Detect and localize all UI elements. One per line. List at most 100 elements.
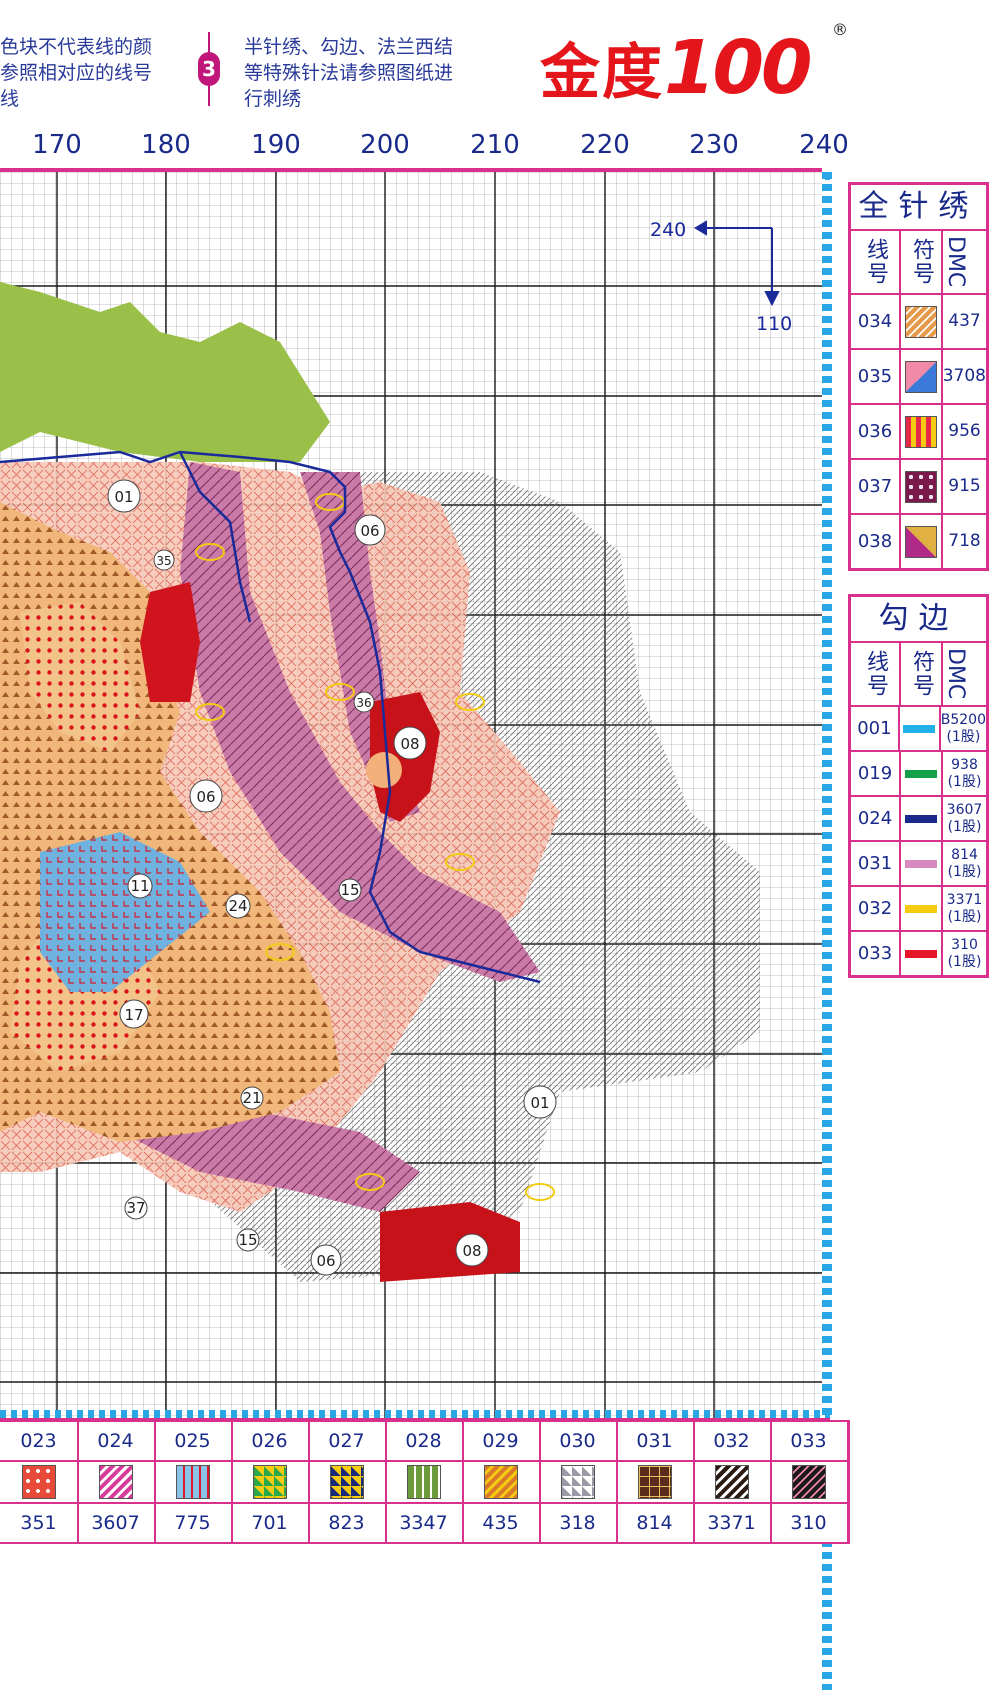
strand-count: (1股) — [947, 908, 982, 925]
dmc-number: 310 — [790, 1512, 827, 1534]
dmc-number: 823 — [328, 1512, 365, 1534]
thread-code: 034 — [851, 295, 901, 348]
instruction-line: 等特殊针法请参照图纸进 — [244, 62, 454, 84]
instruction-line: 色块不代表线的颜 — [0, 36, 153, 58]
triangle-icon — [560, 1465, 595, 1499]
thread-code: 028 — [385, 1422, 462, 1462]
strand-count: (1股) — [947, 953, 982, 970]
step-number: 3 — [198, 52, 220, 86]
legend-column: 032 3371 — [693, 1422, 772, 1542]
line-symbol-icon — [905, 904, 937, 913]
registered-mark: ® — [832, 20, 848, 39]
legend-column: 033 310 — [770, 1422, 849, 1542]
thread-code: 001 — [851, 707, 900, 750]
line-symbol-icon — [905, 769, 937, 778]
thread-code: 033 — [851, 932, 901, 975]
svg-text:06: 06 — [360, 522, 379, 540]
letter-l-icon — [175, 1465, 210, 1499]
legend-row: 036 956 — [851, 405, 986, 460]
legend-header: 线号 符号 DMC — [851, 231, 986, 295]
instruction-line: 行刺绣 — [244, 88, 302, 110]
dmc-number: 435 — [482, 1512, 519, 1534]
backstitch-legend: 勾边 线号 符号 DMC 001 B5200 (1股) 019 938 (1股) 0… — [848, 594, 989, 978]
zigzag-icon — [905, 305, 937, 338]
dmc-number: 814 — [951, 846, 978, 863]
legend-column: 030 318 — [539, 1422, 618, 1542]
region-label: 37 — [124, 1196, 148, 1220]
legend-row: 024 3607 (1股) — [851, 797, 986, 842]
legend-row: 033 310 (1股) — [851, 932, 986, 975]
svg-text:21: 21 — [242, 1089, 261, 1107]
arrow-y-label: 110 — [756, 313, 792, 335]
chart-bottom-teeth — [0, 1410, 830, 1418]
col-code-header: 线号 — [851, 643, 901, 705]
region-label: 06 — [354, 514, 386, 546]
dmc-number: 938 — [951, 756, 978, 773]
dmc-number: B5200 — [940, 711, 986, 728]
dots-icon — [21, 1465, 56, 1499]
instruction-line: 半针绣、勾边、法兰西结 — [244, 36, 454, 58]
dmc-number: 915 — [948, 476, 981, 496]
region-label: 36 — [353, 691, 375, 713]
zigzag-icon — [98, 1465, 133, 1499]
svg-text:17: 17 — [124, 1006, 143, 1024]
region-label: 08 — [455, 1233, 489, 1267]
thread-code: 029 — [462, 1422, 539, 1462]
axis-tick-label: 180 — [141, 130, 191, 160]
region-label: 01 — [107, 479, 141, 513]
legend-column: 027 823 — [308, 1422, 387, 1542]
svg-text:06: 06 — [196, 788, 215, 806]
thread-code: 033 — [770, 1422, 847, 1462]
svg-text:37: 37 — [126, 1199, 145, 1217]
legend-column: 025 775 — [154, 1422, 233, 1542]
thread-code: 036 — [851, 405, 901, 458]
grid-icon — [637, 1465, 672, 1499]
thread-code: 026 — [231, 1422, 308, 1462]
svg-text:11: 11 — [130, 877, 149, 895]
legend-row: 001 B5200 (1股) — [851, 707, 986, 752]
legend-row: 035 3708 — [851, 350, 986, 405]
thread-code: 030 — [539, 1422, 616, 1462]
strand-count: (1股) — [946, 728, 981, 745]
step-marker: 3 — [198, 32, 220, 106]
full-stitch-legend: 全针绣 线号 符号 DMC 034 437 035 3708 036 956 0… — [848, 182, 989, 571]
legend-column: 024 3607 — [77, 1422, 156, 1542]
legend-column: 026 701 — [231, 1422, 310, 1542]
axis-tick-label: 210 — [470, 130, 520, 160]
thread-code: 031 — [616, 1422, 693, 1462]
svg-text:15: 15 — [340, 881, 359, 899]
cross-stitch-pattern: 240 110 01 06 08 06 24 11 17 21 37 15 06… — [0, 172, 822, 1420]
legend-row: 031 814 (1股) — [851, 842, 986, 887]
axis-tick-label: 240 — [799, 130, 849, 160]
svg-text:06: 06 — [316, 1252, 335, 1270]
strand-count: (1股) — [947, 818, 982, 835]
dmc-number: 351 — [20, 1512, 57, 1534]
line-symbol-icon — [905, 859, 937, 868]
region-label: 11 — [127, 873, 153, 899]
region-label: 15 — [338, 878, 362, 902]
strand-count: (1股) — [947, 863, 982, 880]
zigzag-icon — [483, 1465, 518, 1499]
region-label: 24 — [225, 893, 251, 919]
svg-text:01: 01 — [530, 1094, 549, 1112]
instruction-line: 参照相对应的线号 — [0, 62, 153, 84]
thread-code: 025 — [154, 1422, 231, 1462]
legend-row: 034 437 — [851, 295, 986, 350]
legend-title: 全针绣 — [851, 185, 986, 231]
dmc-number: 3347 — [399, 1512, 448, 1534]
legend-column: 023 351 — [0, 1422, 79, 1542]
svg-text:08: 08 — [462, 1242, 481, 1260]
region-label: 17 — [119, 999, 149, 1029]
legend-row: 019 938 (1股) — [851, 752, 986, 797]
instruction-note-left: 色块不代表线的颜 参照相对应的线号 线 — [0, 34, 152, 112]
region-label: 21 — [240, 1086, 264, 1110]
col-dmc-header: DMC — [943, 648, 968, 700]
dmc-number: 3371 — [946, 891, 983, 908]
dmc-number: 318 — [559, 1512, 596, 1534]
legend-header: 线号 符号 DMC — [851, 643, 986, 707]
thread-code: 023 — [0, 1422, 77, 1462]
slash-icon — [714, 1465, 749, 1499]
region-label: 01 — [523, 1085, 557, 1119]
triangle-pattern-icon — [905, 525, 937, 558]
col-symbol-header: 符号 — [901, 231, 943, 293]
